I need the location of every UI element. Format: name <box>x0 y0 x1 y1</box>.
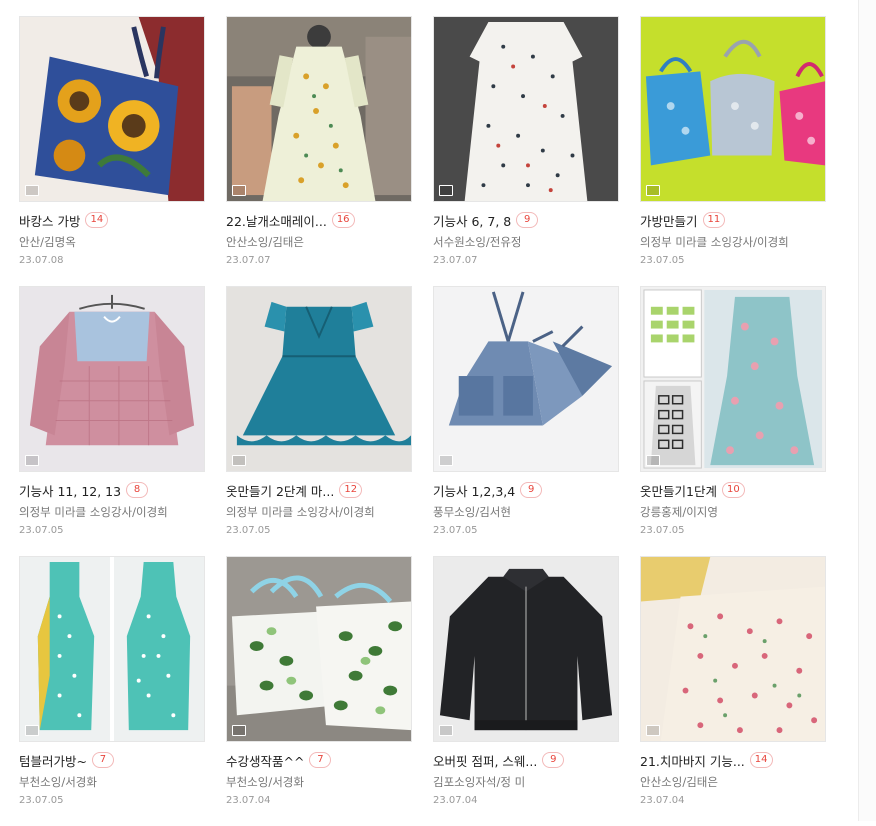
image-icon <box>439 185 453 196</box>
post-thumbnail[interactable] <box>640 16 826 202</box>
comment-count-badge: 11 <box>702 212 726 228</box>
image-icon <box>232 725 246 736</box>
post-author: 의정부 미라클 소잉강사/이경희 <box>226 505 375 519</box>
post-date: 23.07.05 <box>640 525 685 536</box>
post-thumbnail[interactable] <box>640 556 826 742</box>
post-author: 안산소잉/김태은 <box>226 235 304 249</box>
post-date: 23.07.07 <box>226 255 271 266</box>
image-icon <box>646 455 660 466</box>
post-date: 23.07.04 <box>226 795 271 806</box>
comment-count-badge: 10 <box>721 482 745 498</box>
post-author: 김포소잉자석/정 미 <box>433 775 526 789</box>
post-author: 의정부 미라클 소잉강사/이경희 <box>19 505 168 519</box>
image-icon <box>439 725 453 736</box>
post-title[interactable]: 기능사 11, 12, 13 <box>19 481 121 500</box>
post-card[interactable]: 텀블러가방~ 7 부천소잉/서경화 23.07.05 <box>19 556 205 826</box>
comment-count-badge: 16 <box>331 212 355 228</box>
post-date: 23.07.05 <box>433 525 478 536</box>
post-thumbnail[interactable] <box>19 556 205 742</box>
image-icon <box>232 455 246 466</box>
post-date: 23.07.05 <box>226 525 271 536</box>
comment-count-badge: 14 <box>749 752 773 768</box>
post-card[interactable]: 옷만들기 2단계 마... 12 의정부 미라클 소잉강사/이경희 23.07.… <box>226 286 412 556</box>
post-date: 23.07.05 <box>640 255 685 266</box>
post-card[interactable]: 오버핏 점퍼, 스웨... 9 김포소잉자석/정 미 23.07.04 <box>433 556 619 826</box>
post-thumbnail[interactable] <box>226 556 412 742</box>
comment-count-badge: 12 <box>339 482 363 498</box>
post-date: 23.07.07 <box>433 255 478 266</box>
image-icon <box>25 185 39 196</box>
image-icon <box>646 185 660 196</box>
post-thumbnail[interactable] <box>226 286 412 472</box>
post-date: 23.07.05 <box>19 795 64 806</box>
comment-count-badge: 7 <box>309 752 332 768</box>
post-date: 23.07.04 <box>640 795 685 806</box>
post-thumbnail[interactable] <box>19 286 205 472</box>
post-title[interactable]: 옷만들기1단계 <box>640 481 717 500</box>
post-author: 안산소잉/김태은 <box>640 775 718 789</box>
post-author: 서수원소잉/전유정 <box>433 235 522 249</box>
post-thumbnail[interactable] <box>433 286 619 472</box>
vertical-scrollbar[interactable] <box>858 0 876 821</box>
post-author: 강릉홍제/이지영 <box>640 505 718 519</box>
post-title[interactable]: 22.날개소매레이... <box>226 211 327 230</box>
post-card[interactable]: 21.치마바지 기능... 14 안산소잉/김태은 23.07.04 <box>640 556 826 826</box>
post-author: 부천소잉/서경화 <box>19 775 97 789</box>
comment-count-badge: 9 <box>542 752 565 768</box>
post-card[interactable]: 옷만들기1단계 10 강릉홍제/이지영 23.07.05 <box>640 286 826 556</box>
post-title[interactable]: 기능사 1,2,3,4 <box>433 481 515 500</box>
post-card[interactable]: 기능사 11, 12, 13 8 의정부 미라클 소잉강사/이경희 23.07.… <box>19 286 205 556</box>
comment-count-badge: 14 <box>85 212 109 228</box>
post-title[interactable]: 옷만들기 2단계 마... <box>226 481 334 500</box>
image-icon <box>646 725 660 736</box>
post-title[interactable]: 오버핏 점퍼, 스웨... <box>433 751 537 770</box>
post-thumbnail[interactable] <box>433 16 619 202</box>
post-title[interactable]: 21.치마바지 기능... <box>640 751 745 770</box>
post-title[interactable]: 수강생작품^^ <box>226 751 304 770</box>
comment-count-badge: 8 <box>126 482 149 498</box>
post-title[interactable]: 가방만들기 <box>640 211 698 230</box>
comment-count-badge: 9 <box>520 482 543 498</box>
post-thumbnail[interactable] <box>433 556 619 742</box>
post-grid: 바캉스 가방 14 안산/김명옥 23.07.08 22.날개소매레이... 1… <box>19 16 826 826</box>
post-title[interactable]: 기능사 6, 7, 8 <box>433 211 511 230</box>
post-card[interactable]: 바캉스 가방 14 안산/김명옥 23.07.08 <box>19 16 205 286</box>
post-thumbnail[interactable] <box>19 16 205 202</box>
post-date: 23.07.08 <box>19 255 64 266</box>
comment-count-badge: 7 <box>91 752 114 768</box>
image-icon <box>439 455 453 466</box>
image-icon <box>25 455 39 466</box>
post-title[interactable]: 텀블러가방~ <box>19 751 87 770</box>
post-card[interactable]: 수강생작품^^ 7 부천소잉/서경화 23.07.04 <box>226 556 412 826</box>
post-date: 23.07.04 <box>433 795 478 806</box>
post-author: 안산/김명옥 <box>19 235 76 249</box>
post-card[interactable]: 기능사 1,2,3,4 9 풍무소잉/김서현 23.07.05 <box>433 286 619 556</box>
post-author: 풍무소잉/김서현 <box>433 505 511 519</box>
post-title[interactable]: 바캉스 가방 <box>19 211 80 230</box>
image-icon <box>25 725 39 736</box>
post-card[interactable]: 기능사 6, 7, 8 9 서수원소잉/전유정 23.07.07 <box>433 16 619 286</box>
post-thumbnail[interactable] <box>226 16 412 202</box>
post-card[interactable]: 22.날개소매레이... 16 안산소잉/김태은 23.07.07 <box>226 16 412 286</box>
post-author: 부천소잉/서경화 <box>226 775 304 789</box>
post-author: 의정부 미라클 소잉강사/이경희 <box>640 235 789 249</box>
comment-count-badge: 9 <box>516 212 539 228</box>
image-icon <box>232 185 246 196</box>
post-date: 23.07.05 <box>19 525 64 536</box>
post-thumbnail[interactable] <box>640 286 826 472</box>
post-card[interactable]: 가방만들기 11 의정부 미라클 소잉강사/이경희 23.07.05 <box>640 16 826 286</box>
